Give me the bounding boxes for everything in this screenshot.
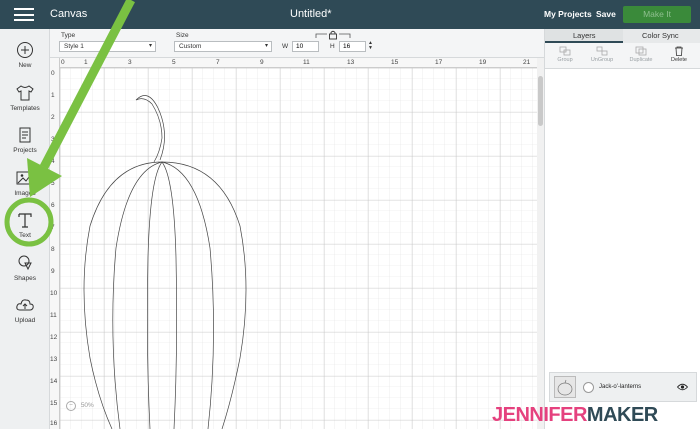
annotation-overlay	[4, 0, 135, 247]
jennifermaker-logo: JENNIFERMAKER	[492, 404, 658, 427]
annotation-highlight-circle	[4, 197, 54, 247]
annotation-arrow-shaft	[40, 0, 135, 170]
logo-part2: MAKER	[586, 404, 658, 426]
logo-part1: JENNIFER	[492, 404, 587, 426]
